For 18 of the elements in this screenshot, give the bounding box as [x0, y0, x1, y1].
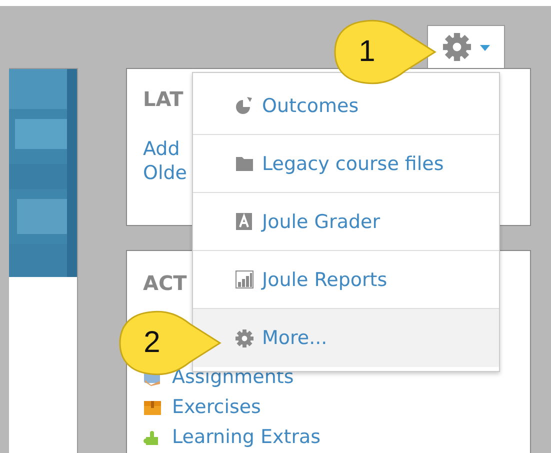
- callout-marker: 1: [333, 19, 437, 85]
- pie-chart-icon: [235, 96, 254, 115]
- activity-link[interactable]: Exercises: [172, 395, 261, 419]
- menu-item[interactable]: Legacy course files: [193, 135, 499, 193]
- menu-item[interactable]: Joule Grader: [193, 193, 499, 251]
- block-title: ACT: [143, 271, 187, 295]
- block-title: LAT: [143, 87, 184, 111]
- settings-button[interactable]: [427, 25, 505, 68]
- activity-link[interactable]: Learning Extras: [172, 425, 321, 449]
- link[interactable]: Olde: [143, 161, 187, 185]
- settings-icon: [235, 328, 254, 348]
- letter-tile-icon: [235, 212, 254, 231]
- menu-item[interactable]: More...: [193, 309, 499, 367]
- settings-icon: [442, 32, 472, 62]
- folder-icon: [235, 154, 254, 173]
- link[interactable]: Add: [143, 137, 180, 161]
- bar-chart-icon: [235, 270, 254, 289]
- caret-icon: [480, 45, 490, 51]
